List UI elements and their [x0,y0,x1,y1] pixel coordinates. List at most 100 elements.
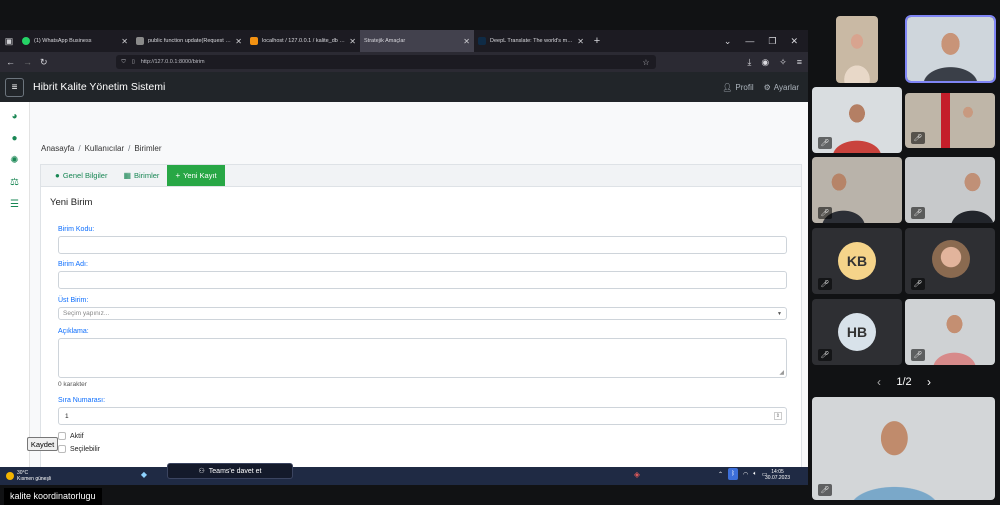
weather-widget[interactable]: 30°C Kısmen güneşli [0,470,51,482]
app-tray-icon[interactable]: ◈ [632,470,642,480]
forward-icon[interactable]: → [23,57,32,67]
description-textarea[interactable]: ◢ [58,338,787,378]
unit-name-input[interactable] [58,271,787,289]
deepl-icon [478,37,486,45]
active-checkbox-row[interactable]: Aktif [58,432,84,440]
browser-tab-deepl[interactable]: DeepL Translate: The world's most acc...… [474,30,588,52]
restore-icon[interactable]: ❐ [768,36,776,47]
mic-off-icon: 🎤︎ [818,207,832,219]
save-button[interactable]: Kaydet [27,437,58,451]
back-icon[interactable]: ← [6,57,15,67]
order-number-input[interactable]: 1 ⇕ [58,407,787,425]
selectable-checkbox-row[interactable]: Seçilebilir [58,445,100,453]
caption-label: kalite koordinatorlugu [4,488,102,505]
participant-tile[interactable]: KB 🎤︎ [812,228,902,294]
gear-icon: ⚙ [763,82,771,92]
balance-scale-icon[interactable]: ⚖ [9,176,21,188]
selectable-checkbox[interactable] [58,445,66,453]
new-tab-button[interactable]: + [588,35,606,47]
chevron-down-icon[interactable]: ⌄ [724,36,732,47]
settings-link[interactable]: ⚙ Ayarlar [764,83,799,92]
phpmyadmin-icon [250,37,258,45]
mic-off-icon: 🎤︎ [818,349,832,361]
parent-unit-select[interactable]: Seçim yapınız... ▼ [58,307,787,320]
address-bar[interactable]: ⛉ ▯ http://127.0.0.1:8000/birim ☆ [115,55,656,69]
chevron-right-icon[interactable]: › [927,375,931,389]
browser-tab-code[interactable]: public function update(Request $req... ✕ [132,30,246,52]
app-brand[interactable]: Hibrit Kalite Yönetim Sistemi [33,81,165,93]
char-counter: 0 karakter [58,381,87,388]
account-icon[interactable]: ◉ [761,57,769,68]
tab-new-record[interactable]: + Yeni Kayıt [167,165,225,186]
close-icon[interactable]: ✕ [121,37,128,46]
gem-app-icon[interactable]: ◆ [139,470,149,480]
system-tray: ⌃ ᛒ ◠ 🔈︎ ▭ [718,468,768,480]
browser-tab-whatsapp[interactable]: (1) WhatsApp Business ✕ [18,30,132,52]
close-window-icon[interactable]: ✕ [790,36,798,47]
volume-icon[interactable]: 🔈︎ [753,471,757,478]
table-icon: ▦ [123,171,132,180]
order-number-label: Sıra Numarası: [58,397,106,404]
user-icon[interactable]: ● [9,132,21,144]
participant-tile[interactable]: 🎤︎ [905,299,995,365]
chevron-up-icon[interactable]: ⌃ [718,471,723,478]
chevron-left-icon[interactable]: ‹ [877,375,881,389]
participant-tile[interactable]: 🎤︎ [905,93,995,148]
participant-tile[interactable] [836,16,878,83]
taskbar-clock[interactable]: 14:05 30.07.2023 [765,469,790,481]
active-checkbox[interactable] [58,432,66,440]
participant-tile[interactable]: 🎤︎ [905,228,995,294]
bookmark-star-icon[interactable]: ☆ [642,58,649,67]
profile-link[interactable]: 👤︎ Profil [722,83,753,92]
form-title: Yeni Birim [50,197,93,208]
participant-tile[interactable]: HB 🎤︎ [812,299,902,365]
list-check-icon[interactable]: ☰ [9,198,21,210]
mouse-cursor-icon [45,269,49,277]
dashboard-icon[interactable]: ◕ [9,110,21,122]
tab-units[interactable]: ▦ Birimler [115,165,167,186]
lightbulb-icon[interactable]: ✺ [9,154,21,166]
tab-general-info[interactable]: ● Genel Bilgiler [47,165,115,186]
self-video-tile[interactable]: 🎤︎ [812,397,995,500]
close-icon[interactable]: ✕ [463,37,470,46]
main-content: Anasayfa / Kullanıcılar / Birimler ● Genel B… [30,102,808,467]
sidebar: ◕ ● ✺ ⚖ ☰ [0,102,30,467]
participant-tile[interactable]: 🎤︎ [812,157,902,223]
close-icon[interactable]: ✕ [235,37,242,46]
breadcrumb-users[interactable]: Kullanıcılar [85,144,125,153]
shield-icon: ⛉ [121,58,126,65]
browser-tab-phpmyadmin[interactable]: localhost / 127.0.0.1 / kalite_db / kali… [246,30,360,52]
hamburger-menu-button[interactable]: ≡ [5,77,24,97]
plus-icon: + [175,171,181,180]
participant-tile[interactable]: 🎤︎ [812,87,902,153]
tab-overview-icon[interactable]: ▣ [0,30,18,52]
mic-off-icon: 🎤︎ [911,349,925,361]
app-navbar: ≡ Hibrit Kalite Yönetim Sistemi 👤︎ Profi… [0,72,808,102]
close-icon[interactable]: ✕ [577,37,584,46]
parent-unit-label: Üst Birim: [58,297,89,304]
reload-icon[interactable]: ↻ [40,57,48,68]
browser-tab-bar: ▣ (1) WhatsApp Business ✕ public functio… [0,30,808,52]
breadcrumb-home[interactable]: Anasayfa [41,144,74,153]
mic-off-icon: 🎤︎ [818,278,832,290]
participant-tile[interactable]: 🎤︎ [905,157,995,223]
browser-tab-stratejik[interactable]: Stratejik Amaçlar ✕ [360,30,474,52]
navbar-right: 👤︎ Profil ⚙ Ayarlar [722,83,803,92]
mic-off-icon: 🎤︎ [911,278,925,290]
minimize-icon[interactable]: — [745,36,754,47]
participant-tile-speaking[interactable] [905,15,996,83]
menu-icon[interactable]: ≡ [797,57,802,68]
unit-code-input[interactable] [58,236,787,254]
teams-invite-button[interactable]: ⚇ Teams'e davet et [167,463,293,479]
extensions-icon[interactable]: ✧ [779,57,787,68]
unit-code-label: Birim Kodu: [58,226,95,233]
download-icon[interactable]: ⤓ [747,57,751,68]
resize-handle-icon[interactable]: ◢ [779,369,784,376]
browser-tools: ⤓ ◉ ✧ ≡ [747,57,802,68]
page-icon [136,37,144,45]
bluetooth-icon[interactable]: ᛒ [728,468,739,480]
form-card: ● Genel Bilgiler ▦ Birimler + Yeni Kayıt… [40,164,802,467]
close-icon[interactable]: ✕ [349,37,356,46]
number-spinner-icon[interactable]: ⇕ [773,412,782,420]
wifi-icon[interactable]: ◠ [743,471,748,478]
